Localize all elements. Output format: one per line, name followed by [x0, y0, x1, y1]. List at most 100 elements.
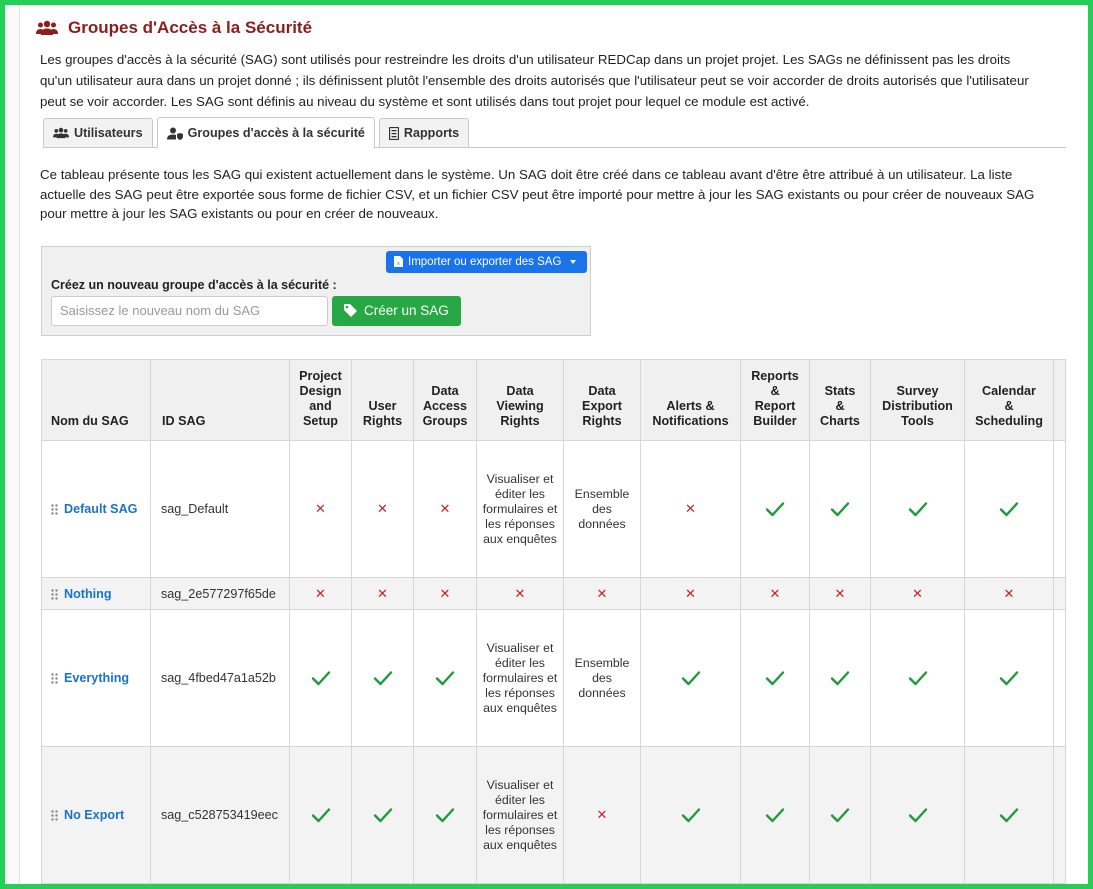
drag-handle-icon[interactable] [51, 673, 58, 684]
table-row: Nothing sag_2e577297f65de ✕ ✕ ✕ ✕ ✕ ✕ ✕ ✕ ✕ ✕ [41, 577, 1066, 610]
intro-text: Les groupes d'accès à la sécurité (SAG) … [40, 52, 1029, 109]
permission-text: Visualiser et éditer les formulaires et … [482, 640, 558, 715]
permission-cell: Visualiser et éditer les formulaires et … [476, 609, 564, 747]
tab-rapports[interactable]: Rapports [378, 118, 470, 147]
sag-name-link[interactable]: Default SAG [64, 502, 137, 516]
new-sag-name-input[interactable] [51, 295, 328, 326]
table-header-row: Nom du SAG ID SAG Project Design and Set… [41, 359, 1066, 441]
permission-cell [740, 746, 810, 884]
sag-name-cell: Everything [41, 609, 151, 747]
check-icon [908, 808, 927, 823]
check-icon [765, 671, 785, 686]
permission-cell: ✕ [413, 440, 477, 578]
tab-utilisateurs[interactable]: Utilisateurs [43, 118, 153, 147]
sag-name-cell: Nothing [41, 577, 151, 610]
sag-table-body: Default SAG sag_Default ✕ ✕ ✕ Visualiser et é… [41, 440, 1066, 884]
sag-name-link[interactable]: Everything [64, 671, 129, 685]
header-label: Nom du SAG [51, 414, 129, 428]
tab-label: Groupes d'accès à la sécurité [187, 126, 365, 140]
permission-cell: ✕ [413, 577, 477, 610]
permission-cell [413, 746, 477, 884]
report-icon [388, 126, 399, 140]
tab-label: Utilisateurs [74, 126, 143, 140]
col-header-reports[interactable]: Reports & Report Builder [740, 359, 810, 441]
create-sag-button[interactable]: Créer un SAG [332, 295, 461, 326]
sag-id-cell: sag_4fbed47a1a52b [150, 609, 290, 747]
overflow-cell [1053, 746, 1066, 884]
cross-icon: ✕ [596, 585, 608, 601]
col-header-name[interactable]: Nom du SAG [41, 359, 151, 441]
header-line: Reports [751, 369, 799, 383]
header-line: Data [588, 384, 616, 398]
col-header-dag[interactable]: Data Access Groups [413, 359, 477, 441]
header-line: User [368, 399, 397, 413]
drag-handle-icon[interactable] [51, 504, 58, 515]
sag-name-cell: No Export [41, 746, 151, 884]
permission-text: Ensemble des données [574, 486, 630, 531]
permission-cell: ✕ [476, 577, 564, 610]
permission-cell: ✕ [640, 577, 741, 610]
permission-cell: ✕ [809, 577, 871, 610]
header-line: Groups [422, 414, 468, 428]
col-header-stats[interactable]: Stats & Charts [809, 359, 871, 441]
left-sidebar-strip [5, 5, 20, 884]
sag-name-link[interactable]: Nothing [64, 587, 112, 601]
col-header-survey-tools[interactable]: Survey Distribution Tools [870, 359, 965, 441]
tab-security-groups[interactable]: Groupes d'accès à la sécurité [156, 117, 375, 148]
col-header-project-design[interactable]: Project Design and Setup [289, 359, 352, 441]
cross-icon: ✕ [377, 501, 388, 516]
drag-handle-icon[interactable] [51, 810, 58, 821]
permission-cell [964, 440, 1054, 578]
check-icon [765, 502, 785, 517]
permission-cell: ✕ [964, 577, 1054, 610]
permission-cell [809, 609, 871, 747]
permission-cell [640, 746, 741, 884]
page-title: Groupes d'Accès à la Sécurité [36, 15, 1071, 41]
cross-icon: ✕ [685, 585, 696, 601]
sag-id-cell: sag_2e577297f65de [150, 577, 290, 610]
col-header-alerts[interactable]: Alerts & Notifications [640, 359, 741, 441]
header-line: Access [422, 399, 468, 413]
permission-cell: ✕ [351, 440, 414, 578]
permission-cell: Visualiser et éditer les formulaires et … [476, 746, 564, 884]
sag-id: sag_4fbed47a1a52b [161, 671, 276, 685]
create-sag-label: Créez un nouveau groupe d'accès à la séc… [51, 277, 337, 292]
col-header-data-export[interactable]: Data Export Rights [563, 359, 641, 441]
permission-cell [964, 609, 1054, 747]
permission-cell [640, 609, 741, 747]
col-header-calendar[interactable]: Calendar & Scheduling [964, 359, 1054, 441]
permission-cell: ✕ [640, 440, 741, 578]
permission-cell [809, 746, 871, 884]
create-sag-button-label: Créer un SAG [364, 303, 449, 318]
header-line: Distribution [882, 399, 953, 413]
tab-label: Rapports [403, 126, 460, 140]
cross-icon: ✕ [377, 585, 388, 601]
header-line: & [1004, 399, 1014, 413]
col-header-data-viewing[interactable]: Data Viewing Rights [476, 359, 564, 441]
permission-cell [413, 609, 477, 747]
sag-name-link[interactable]: No Export [64, 808, 124, 822]
check-icon [681, 808, 700, 823]
check-icon [999, 808, 1019, 823]
create-sag-panel: x Importer ou exporter des SAG Créez un … [41, 245, 591, 336]
col-header-id[interactable]: ID SAG [150, 359, 290, 441]
permission-cell: Ensemble des données [563, 609, 641, 747]
header-line: & [835, 399, 845, 413]
drag-handle-icon[interactable] [51, 588, 58, 600]
users-icon [53, 127, 69, 139]
permission-cell: ✕ [740, 577, 810, 610]
header-line: Notifications [652, 414, 729, 428]
cross-icon: ✕ [596, 807, 608, 822]
sag-id: sag_Default [161, 502, 229, 516]
check-icon [830, 502, 850, 517]
cross-icon: ✕ [769, 585, 781, 601]
header-line: Charts [820, 414, 860, 428]
sag-table: Nom du SAG ID SAG Project Design and Set… [41, 359, 1066, 884]
permission-cell [740, 440, 810, 578]
col-header-user-rights[interactable]: User Rights [351, 359, 414, 441]
check-icon [908, 502, 927, 517]
import-export-dropdown-button[interactable]: x Importer ou exporter des SAG [386, 250, 588, 273]
tab-bar: Utilisateurs Groupes d'accès à la sécuri… [43, 117, 1066, 148]
permission-text: Visualiser et éditer les formulaires et … [482, 471, 558, 546]
header-line: Builder [753, 414, 797, 428]
